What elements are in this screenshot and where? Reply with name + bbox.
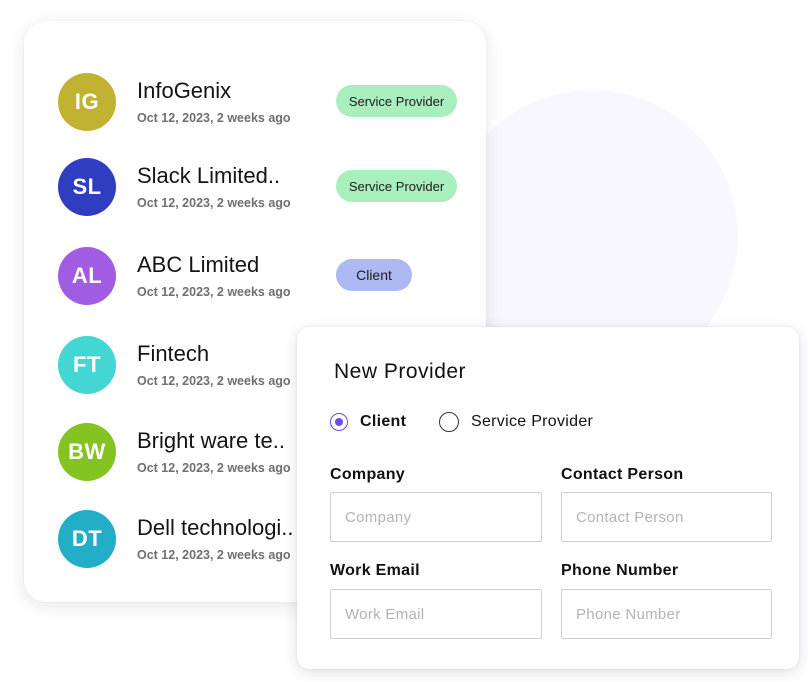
radio-checked-icon[interactable] <box>330 413 348 431</box>
service-provider-radio[interactable]: Service Provider <box>439 411 593 433</box>
account-date: Oct 12, 2023, 2 weeks ago <box>137 374 291 388</box>
avatar: BW <box>58 423 116 481</box>
account-date: Oct 12, 2023, 2 weeks ago <box>137 111 291 125</box>
contact-person-input[interactable] <box>561 492 772 542</box>
avatar: FT <box>58 336 116 394</box>
account-date: Oct 12, 2023, 2 weeks ago <box>137 285 291 299</box>
client-radio-label: Client <box>360 413 407 430</box>
contact-person-label: Contact Person <box>561 466 684 483</box>
phone-number-label: Phone Number <box>561 562 679 579</box>
account-date: Oct 12, 2023, 2 weeks ago <box>137 461 291 475</box>
account-name: Fintech <box>137 341 210 366</box>
company-label: Company <box>330 466 405 483</box>
account-date: Oct 12, 2023, 2 weeks ago <box>137 196 291 210</box>
status-badge: Service Provider <box>336 85 457 117</box>
account-name: ABC Limited <box>137 252 260 277</box>
status-badge: Service Provider <box>336 170 457 202</box>
list-item[interactable]: SL Slack Limited.. Oct 12, 2023, 2 weeks… <box>24 155 486 219</box>
form-title: New Provider <box>334 360 467 383</box>
list-item[interactable]: AL ABC Limited Oct 12, 2023, 2 weeks ago… <box>24 244 486 308</box>
phone-number-input[interactable] <box>561 589 772 639</box>
account-name: InfoGenix <box>137 78 232 103</box>
status-badge: Client <box>336 259 412 291</box>
avatar: AL <box>58 247 116 305</box>
account-name: Slack Limited.. <box>137 163 281 188</box>
work-email-input[interactable] <box>330 589 542 639</box>
avatar: IG <box>58 73 116 131</box>
avatar: DT <box>58 510 116 568</box>
new-provider-form: New Provider Client Service Provider Com… <box>297 327 799 669</box>
list-item[interactable]: IG InfoGenix Oct 12, 2023, 2 weeks ago S… <box>24 70 486 134</box>
account-name: Bright ware te.. <box>137 428 285 453</box>
service-provider-radio-label: Service Provider <box>471 413 594 430</box>
radio-unchecked-icon[interactable] <box>439 412 459 432</box>
work-email-label: Work Email <box>330 562 420 579</box>
avatar: SL <box>58 158 116 216</box>
client-radio[interactable]: Client <box>330 411 406 433</box>
account-name: Dell technologi.. <box>137 515 294 540</box>
company-input[interactable] <box>330 492 542 542</box>
account-date: Oct 12, 2023, 2 weeks ago <box>137 548 291 562</box>
